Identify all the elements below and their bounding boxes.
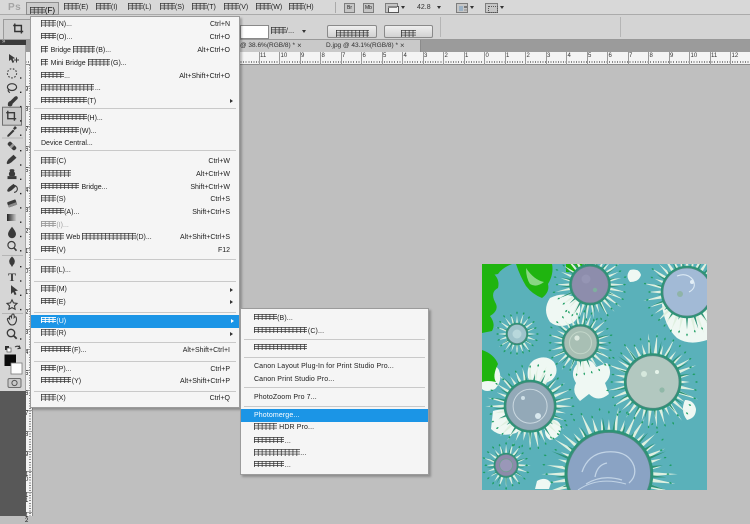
- svg-text:T: T: [8, 270, 16, 284]
